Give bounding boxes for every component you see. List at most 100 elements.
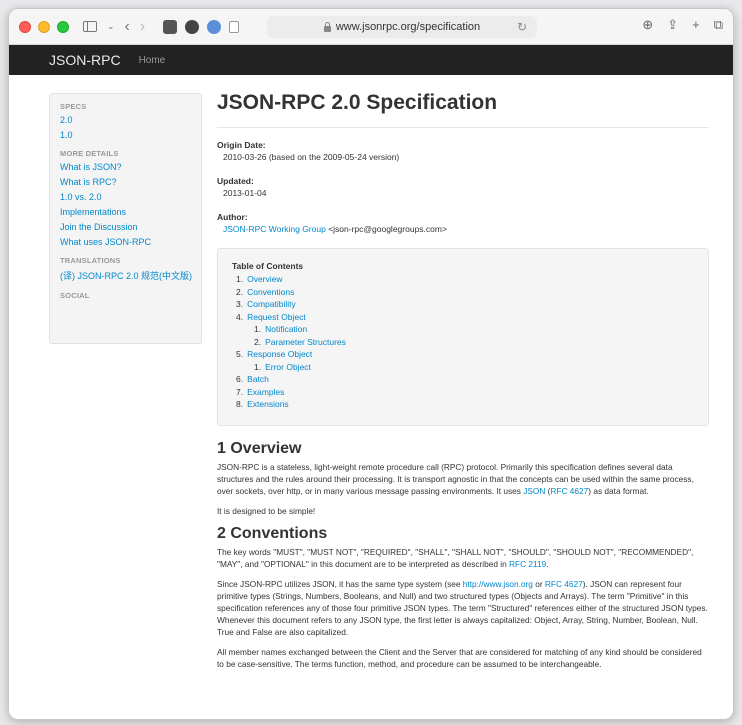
new-tab-icon[interactable]: +	[692, 17, 700, 33]
rfc-4627-link-2[interactable]: RFC 4627	[545, 579, 583, 589]
toolbar-actions: ⊕ ⇪ + ⧉	[642, 17, 723, 33]
author-value: JSON-RPC Working Group <json-rpc@googleg…	[217, 224, 709, 234]
browser-window: ⌄ ‹ › www.jsonrpc.org/specification ↻ ⊕ …	[8, 8, 734, 720]
rfc-2119-link[interactable]: RFC 2119	[509, 559, 546, 569]
toc-item: 1. Notification	[232, 323, 694, 336]
origin-date-label: Origin Date:	[217, 140, 266, 150]
forward-button[interactable]: ›	[140, 18, 145, 36]
toc-link[interactable]: Error Object	[265, 362, 311, 372]
origin-date-value: 2010-03-26 (based on the 2009-05-24 vers…	[223, 152, 400, 162]
author-label: Author:	[217, 212, 248, 222]
sidebar-item-chinese-translation[interactable]: (译) JSON-RPC 2.0 规范(中文版)	[60, 269, 192, 282]
sidebar-toggle-button[interactable]	[83, 21, 97, 32]
overview-heading: 1 Overview	[217, 439, 302, 457]
toc-link[interactable]: Compatibility	[247, 299, 296, 309]
download-icon[interactable]: ⊕	[642, 17, 653, 33]
toc-number: 5.	[236, 349, 244, 359]
author-link[interactable]: JSON-RPC Working Group	[223, 224, 326, 234]
toc-item: 2. Conventions	[232, 286, 694, 299]
site-navbar: JSON-RPC Home	[9, 45, 733, 75]
sidebar-item-what-uses[interactable]: What uses JSON-RPC	[60, 237, 191, 247]
toc-number: 2.	[236, 286, 244, 297]
toc-item: 6. Batch	[232, 373, 694, 386]
conventions-text-2: Since JSON-RPC utilizes JSON, it has the…	[217, 578, 461, 589]
favorite-tab-icon[interactable]	[163, 19, 178, 34]
chevron-down-icon[interactable]: ⌄	[107, 21, 115, 32]
page-icon[interactable]	[229, 20, 240, 33]
toc-link[interactable]: Conventions	[247, 287, 294, 297]
sidebar-item-join-discussion[interactable]: Join the Discussion	[60, 222, 191, 232]
close-window-button[interactable]	[19, 20, 31, 33]
conventions-paragraph-2: Since JSON-RPC utilizes JSON, it has the…	[217, 578, 709, 638]
back-button[interactable]: ‹	[125, 18, 130, 36]
translations-header: TRANSLATIONS	[60, 256, 121, 265]
json-org-link[interactable]: http://www.json.org	[463, 579, 533, 589]
lock-icon	[323, 21, 331, 32]
reload-icon[interactable]: ↻	[517, 20, 527, 34]
address-bar[interactable]: www.jsonrpc.org/specification ↻	[267, 16, 537, 38]
toc-link[interactable]: Extensions	[247, 399, 289, 409]
sidebar-item-2-0[interactable]: 2.0	[60, 115, 191, 125]
toc-link[interactable]: Batch	[247, 374, 269, 384]
toc-item: 1. Overview	[232, 273, 694, 286]
sidebar-item-1-0-vs-2-0[interactable]: 1.0 vs. 2.0	[60, 192, 191, 202]
toc-link[interactable]: Notification	[265, 324, 307, 334]
toc-item: 1. Error Object	[232, 361, 694, 374]
toc-number: 6.	[236, 374, 244, 384]
conventions-paragraph-1: The key words "MUST", "MUST NOT", "REQUI…	[217, 546, 694, 569]
toc-item: 7. Examples	[232, 386, 694, 399]
updated-label: Updated:	[217, 176, 254, 186]
toc-item: 8. Extensions	[232, 398, 694, 411]
toc-title: Table of Contents	[232, 261, 304, 271]
author-email: <json-rpc@googlegroups.com>	[328, 224, 447, 234]
overview-text-end: data format.	[604, 485, 649, 496]
social-header: SOCIAL	[60, 291, 90, 300]
toc-item: 5. Response Object	[232, 348, 694, 361]
toc-item: 2. Parameter Structures	[232, 336, 694, 349]
toc-link[interactable]: Overview	[247, 274, 282, 284]
more-details-header: MORE DETAILS	[60, 149, 119, 158]
toc-link[interactable]: Request Object	[247, 312, 306, 322]
toc-link[interactable]: Response Object	[247, 349, 312, 359]
tab-overview-icon[interactable]: ⧉	[714, 17, 723, 33]
updated-value: 2013-01-04	[223, 188, 267, 198]
toc-link[interactable]: Parameter Structures	[265, 337, 346, 347]
conventions-heading: 2 Conventions	[217, 524, 328, 542]
site-brand[interactable]: JSON-RPC	[49, 52, 121, 68]
table-of-contents: Table of Contents 1. Overview 2. Convention…	[217, 248, 709, 426]
toc-number: 8.	[236, 399, 244, 409]
overview-simple: It is designed to be simple!	[217, 505, 316, 516]
toc-number: 3.	[236, 299, 244, 309]
sidebar-item-1-0[interactable]: 1.0	[60, 130, 191, 140]
page-content: SPECS 2.0 1.0 MORE DETAILS What is JSON?…	[9, 75, 733, 719]
conventions-or: or	[535, 578, 543, 589]
minimize-window-button[interactable]	[38, 20, 50, 33]
share-icon[interactable]: ⇪	[667, 17, 678, 33]
toc-number: 7.	[236, 386, 244, 397]
main-content: JSON-RPC 2.0 Specification Origin Date: …	[217, 91, 709, 678]
favorite-tab-icon[interactable]	[185, 19, 200, 34]
sidebar-item-what-is-json[interactable]: What is JSON?	[60, 162, 191, 172]
sidebar-icon	[83, 21, 97, 32]
toc-number: 2.	[254, 336, 262, 347]
toc-item: 3. Compatibility	[232, 298, 694, 311]
json-link[interactable]: JSON	[523, 486, 545, 496]
toc-link[interactable]: Examples	[247, 387, 284, 397]
toc-list: 1. Overview 2. Conventions 3. Compatibility 4.…	[232, 273, 694, 411]
favorite-tab-icon[interactable]	[207, 19, 222, 34]
toc-number: 4.	[236, 311, 244, 322]
sidebar-item-what-is-rpc[interactable]: What is RPC?	[60, 177, 191, 187]
conventions-paragraph-3: All member names exchanged between the C…	[217, 646, 702, 669]
rfc-4627-link[interactable]: RFC 4627	[550, 486, 588, 496]
browser-toolbar: ⌄ ‹ › www.jsonrpc.org/specification ↻ ⊕ …	[9, 9, 733, 45]
page-title: JSON-RPC 2.0 Specification	[217, 91, 709, 128]
window-controls	[19, 20, 69, 33]
sidebar-item-implementations[interactable]: Implementations	[60, 207, 191, 217]
url-text: www.jsonrpc.org/specification	[335, 21, 481, 33]
zoom-window-button[interactable]	[57, 20, 69, 33]
overview-paragraph: JSON-RPC is a stateless, light-weight re…	[217, 461, 694, 496]
toc-number: 1.	[254, 361, 262, 372]
nav-home-link[interactable]: Home	[139, 55, 166, 66]
toc-item: 4. Request Object	[232, 311, 694, 324]
specs-header: SPECS	[60, 102, 87, 111]
